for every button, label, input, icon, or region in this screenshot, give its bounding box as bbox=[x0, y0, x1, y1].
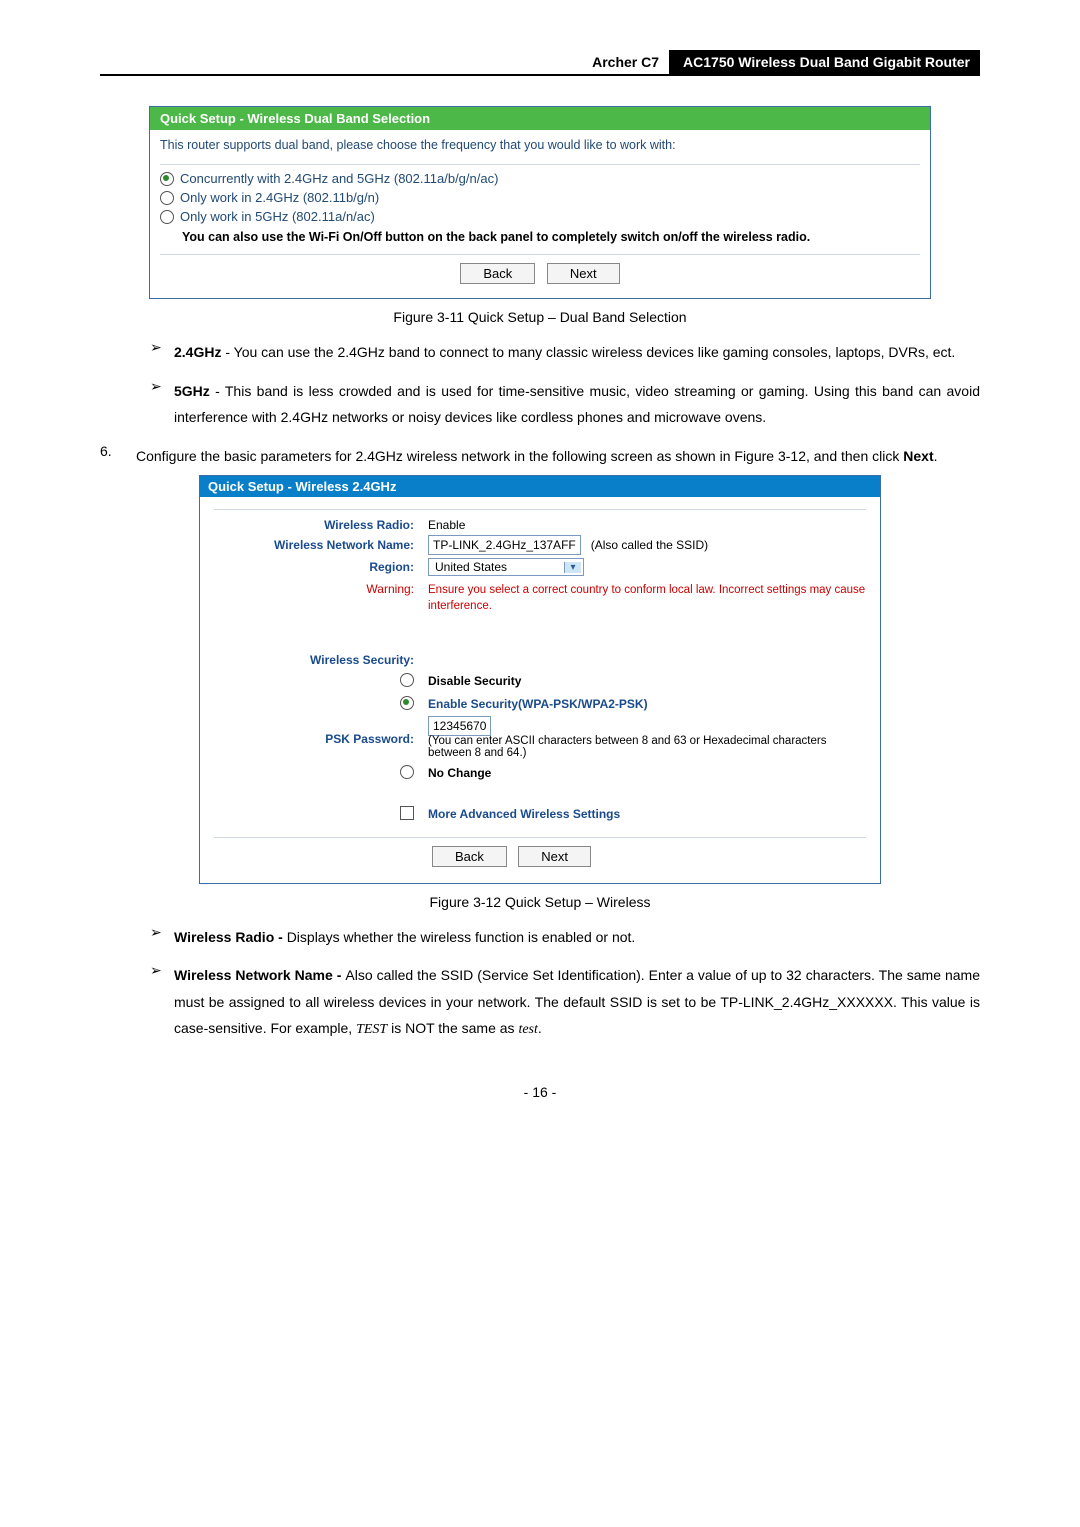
network-name-label: Wireless Network Name: bbox=[214, 538, 428, 552]
band-option-label: Only work in 5GHz (802.11a/n/ac) bbox=[180, 209, 375, 224]
bullet-5ghz: ➢ 5GHz - This band is less crowded and i… bbox=[150, 378, 980, 431]
ssid-hint: (Also called the SSID) bbox=[591, 538, 708, 552]
bullet-icon: ➢ bbox=[150, 924, 174, 951]
step-text: Configure the basic parameters for 2.4GH… bbox=[136, 448, 903, 464]
wireless-security-label: Wireless Security: bbox=[214, 653, 428, 667]
radio-icon bbox=[160, 210, 174, 224]
wireless-24-panel: Quick Setup - Wireless 2.4GHz Wireless R… bbox=[199, 475, 881, 883]
bullet-icon: ➢ bbox=[150, 962, 174, 1044]
bullet-wireless-radio: ➢ Wireless Radio - Displays whether the … bbox=[150, 924, 980, 951]
bullet-label: Wireless Network Name - bbox=[174, 967, 345, 983]
band-option-label: Concurrently with 2.4GHz and 5GHz (802.1… bbox=[180, 171, 498, 186]
bullet-label: 2.4GHz bbox=[174, 344, 221, 360]
page-number: - 16 - bbox=[100, 1084, 980, 1100]
wireless-radio-label: Wireless Radio: bbox=[214, 518, 428, 532]
step-text-end: . bbox=[934, 448, 938, 464]
italic-test2: test bbox=[518, 1022, 537, 1037]
wireless-radio-value: Enable bbox=[428, 518, 866, 532]
bullet-label: Wireless Radio - bbox=[174, 929, 287, 945]
radio-icon[interactable] bbox=[400, 673, 414, 687]
figure-caption-312: Figure 3-12 Quick Setup – Wireless bbox=[100, 894, 980, 910]
bullet-label: 5GHz bbox=[174, 383, 210, 399]
region-value: United States bbox=[431, 560, 511, 574]
psk-password-label: PSK Password: bbox=[214, 732, 428, 746]
bullet-body: - You can use the 2.4GHz band to connect… bbox=[221, 344, 955, 360]
dual-band-description: This router supports dual band, please c… bbox=[160, 136, 920, 160]
wifi-button-note: You can also use the Wi-Fi On/Off button… bbox=[182, 230, 920, 244]
bullet-wireless-network-name: ➢ Wireless Network Name - Also called th… bbox=[150, 962, 980, 1044]
warning-label: Warning: bbox=[214, 582, 428, 596]
network-name-input[interactable]: TP-LINK_2.4GHz_137AFF bbox=[428, 535, 581, 555]
bullet-body-c: . bbox=[538, 1020, 542, 1036]
italic-test: TEST bbox=[356, 1022, 387, 1037]
bullet-body: - This band is less crowded and is used … bbox=[174, 383, 980, 426]
step-6: 6. Configure the basic parameters for 2.… bbox=[100, 443, 980, 470]
disable-security-option[interactable]: Disable Security bbox=[428, 674, 521, 688]
wireless-24-panel-title: Quick Setup - Wireless 2.4GHz bbox=[200, 476, 880, 497]
band-option-5g[interactable]: Only work in 5GHz (802.11a/n/ac) bbox=[160, 209, 920, 224]
band-option-2g[interactable]: Only work in 2.4GHz (802.11b/g/n) bbox=[160, 190, 920, 205]
back-button[interactable]: Back bbox=[432, 846, 507, 867]
warning-text: Ensure you select a correct country to c… bbox=[428, 582, 866, 614]
step-next: Next bbox=[903, 448, 933, 464]
step-number: 6. bbox=[100, 443, 136, 470]
psk-note: (You can enter ASCII characters between … bbox=[428, 735, 866, 759]
bullet-body: Displays whether the wireless function i… bbox=[287, 929, 636, 945]
psk-password-input[interactable]: 12345670 bbox=[428, 716, 491, 736]
bullet-body-b: is NOT the same as bbox=[387, 1020, 518, 1036]
chevron-down-icon: ▾ bbox=[564, 562, 581, 573]
radio-selected-icon[interactable] bbox=[400, 696, 414, 710]
bullet-icon: ➢ bbox=[150, 378, 174, 431]
band-option-concurrent[interactable]: Concurrently with 2.4GHz and 5GHz (802.1… bbox=[160, 171, 920, 186]
back-button[interactable]: Back bbox=[460, 263, 535, 284]
enable-security-option[interactable]: Enable Security(WPA-PSK/WPA2-PSK) bbox=[428, 697, 648, 711]
model-label: Archer C7 bbox=[582, 50, 669, 74]
figure-caption-311: Figure 3-11 Quick Setup – Dual Band Sele… bbox=[100, 309, 980, 325]
radio-icon bbox=[160, 191, 174, 205]
region-select[interactable]: United States ▾ bbox=[428, 558, 584, 576]
more-advanced-toggle[interactable]: More Advanced Wireless Settings bbox=[428, 807, 620, 821]
no-change-option[interactable]: No Change bbox=[428, 766, 491, 780]
radio-selected-icon bbox=[160, 172, 174, 186]
band-option-label: Only work in 2.4GHz (802.11b/g/n) bbox=[180, 190, 379, 205]
next-button[interactable]: Next bbox=[547, 263, 620, 284]
dual-band-panel: Quick Setup - Wireless Dual Band Selecti… bbox=[149, 106, 931, 299]
bullet-icon: ➢ bbox=[150, 339, 174, 366]
checkbox-icon[interactable] bbox=[400, 806, 414, 820]
region-label: Region: bbox=[214, 560, 428, 574]
dual-band-panel-title: Quick Setup - Wireless Dual Band Selecti… bbox=[150, 107, 930, 130]
next-button[interactable]: Next bbox=[518, 846, 591, 867]
radio-icon[interactable] bbox=[400, 765, 414, 779]
product-title: AC1750 Wireless Dual Band Gigabit Router bbox=[669, 50, 980, 74]
page-header: Archer C7 AC1750 Wireless Dual Band Giga… bbox=[100, 50, 980, 76]
bullet-24ghz: ➢ 2.4GHz - You can use the 2.4GHz band t… bbox=[150, 339, 980, 366]
